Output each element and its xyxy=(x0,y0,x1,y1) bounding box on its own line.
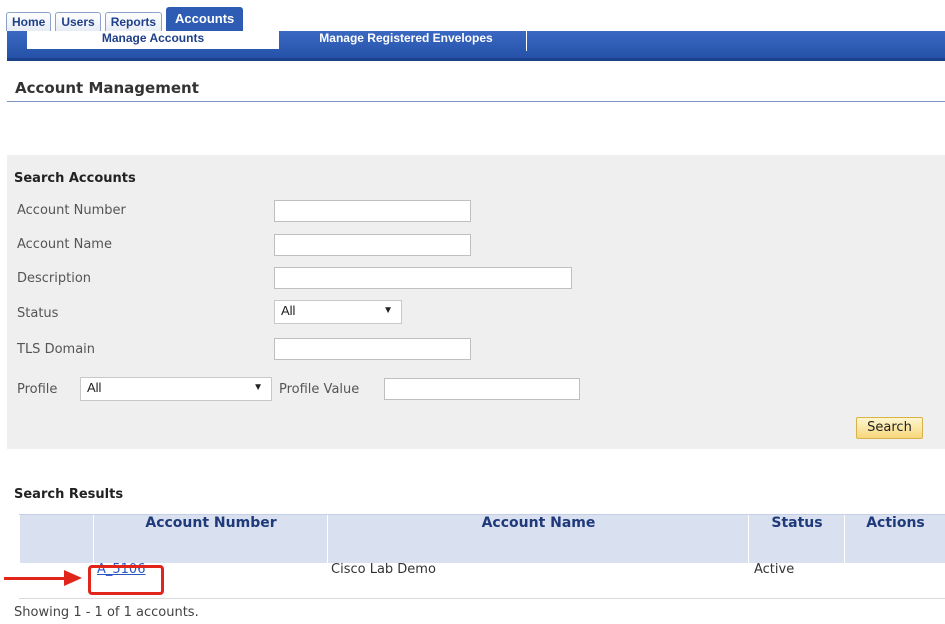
tab-reports[interactable]: Reports xyxy=(104,12,163,31)
title-divider xyxy=(7,101,945,102)
search-button[interactable]: Search xyxy=(856,417,923,439)
subnav-manage-envelopes[interactable]: Manage Registered Envelopes xyxy=(286,31,527,51)
tab-users[interactable]: Users xyxy=(55,12,101,31)
annotation-arrow-shaft xyxy=(4,577,68,580)
search-panel-title: Search Accounts xyxy=(14,171,136,186)
status-select-value: All xyxy=(281,303,296,318)
status-label: Status xyxy=(17,306,59,321)
description-label: Description xyxy=(17,271,92,286)
tls-domain-input[interactable] xyxy=(274,338,471,360)
description-input[interactable] xyxy=(274,267,572,289)
tab-accounts[interactable]: Accounts xyxy=(166,7,244,31)
account-name-cell: Cisco Lab Demo xyxy=(331,562,436,577)
sub-navigation: Manage Accounts Manage Registered Envelo… xyxy=(7,31,945,61)
search-panel xyxy=(7,155,945,449)
header-actions: Actions xyxy=(844,515,945,563)
header-status[interactable]: Status xyxy=(748,515,845,563)
header-select-column xyxy=(19,515,94,563)
chevron-down-icon: ▼ xyxy=(383,305,393,316)
header-account-number[interactable]: Account Number xyxy=(93,515,328,563)
status-select[interactable]: All ▼ xyxy=(274,300,402,324)
page-title: Account Management xyxy=(15,79,199,97)
chevron-down-icon: ▼ xyxy=(253,382,263,393)
subnav-manage-accounts[interactable]: Manage Accounts xyxy=(27,31,279,49)
search-results-title: Search Results xyxy=(14,487,124,502)
account-number-label: Account Number xyxy=(17,203,126,218)
profile-select-value: All xyxy=(87,380,102,395)
account-name-label: Account Name xyxy=(17,237,112,252)
header-account-name[interactable]: Account Name xyxy=(327,515,749,563)
tls-domain-label: TLS Domain xyxy=(17,342,96,357)
account-number-input[interactable] xyxy=(274,200,471,222)
annotation-arrow-head xyxy=(64,570,82,586)
profile-select[interactable]: All ▼ xyxy=(80,377,272,401)
top-tabs: Home Users Reports Accounts xyxy=(6,7,247,31)
tab-home[interactable]: Home xyxy=(6,12,52,31)
profile-value-label: Profile Value xyxy=(279,382,360,397)
results-table-header: Account Number Account Name Status Actio… xyxy=(19,514,945,563)
profile-value-input[interactable] xyxy=(384,378,580,400)
annotation-highlight-box xyxy=(88,565,164,595)
results-summary: Showing 1 - 1 of 1 accounts. xyxy=(14,605,199,620)
account-name-input[interactable] xyxy=(274,234,471,256)
status-cell: Active xyxy=(754,562,795,577)
profile-label: Profile xyxy=(17,382,58,397)
